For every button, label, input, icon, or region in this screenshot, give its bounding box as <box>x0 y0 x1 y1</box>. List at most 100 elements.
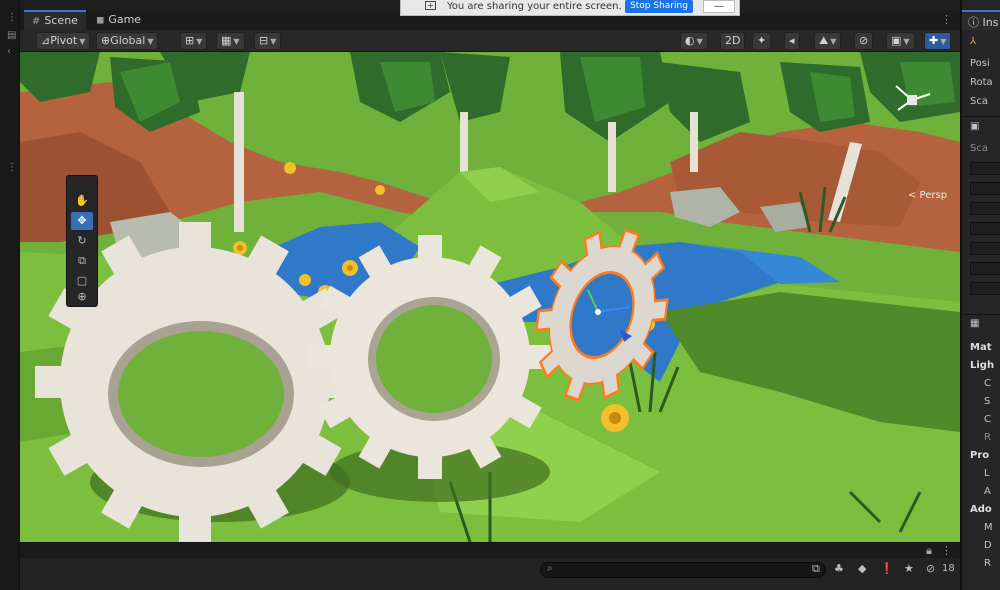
inspector-tab-label: Ins <box>982 16 999 29</box>
lock-icon[interactable]: 🔒︎ <box>926 544 932 558</box>
field-box[interactable] <box>970 202 1000 215</box>
lighting-foldout[interactable]: Ligh <box>970 360 994 371</box>
hand-icon: ✋ <box>75 194 89 207</box>
chevron-down-icon: ▼ <box>147 37 154 46</box>
field-box[interactable] <box>970 262 1000 275</box>
tools-overlay: ✋ ✥ ↻ ⧉ ▢ ⊕ <box>66 175 98 307</box>
chevron-down-icon: ▼ <box>830 37 837 46</box>
dock-scroll-icon[interactable]: ‹ <box>7 46 13 57</box>
gizmos-dropdown[interactable]: ✚ ▼ <box>924 32 952 50</box>
shading-sphere-icon: ◐ <box>685 34 695 47</box>
error-icon[interactable]: ❗ <box>880 562 894 575</box>
scale-label: Sca <box>970 96 988 107</box>
stop-sharing-button[interactable]: Stop Sharing <box>625 0 693 13</box>
dynamic-occlusion-label: D <box>984 540 992 551</box>
contribute-gi-label: C <box>984 414 991 425</box>
component-field-label: Sca <box>970 143 988 154</box>
tab-menu-icon[interactable]: ⋮ <box>941 13 952 26</box>
console-toolbar: ⌕ ⧉ ♣ ◆ ❗ ★ ⊘ 18 <box>20 558 960 590</box>
camera-settings-dropdown[interactable]: ▣ ▼ <box>886 32 915 50</box>
renderer-component-icon[interactable]: ▦ <box>970 318 979 329</box>
field-box[interactable] <box>970 162 1000 175</box>
collapse-icon[interactable]: ⧉ <box>812 562 820 576</box>
perspective-label[interactable]: < Persp <box>908 190 947 201</box>
effects-dropdown[interactable]: ⛰ ▼ <box>814 32 842 50</box>
scene-visibility-button[interactable]: ⊘ <box>854 32 874 50</box>
console-search-input[interactable]: ⌕ <box>540 562 826 578</box>
inspector-panel: ⓘ Ins ⅄ Posi Rota Sca ▣ Sca ▦ Mat Ligh C… <box>960 0 1000 590</box>
snap-increment-button[interactable]: ▦ ▼ <box>216 32 245 50</box>
clear-icon[interactable]: ♣ <box>834 562 844 575</box>
global-label: Global <box>110 34 146 47</box>
pivot-dropdown[interactable]: ⊿Pivot ▼ <box>36 32 91 50</box>
chevron-down-icon: ▼ <box>196 37 203 46</box>
tag-icon[interactable]: ◆ <box>858 562 866 575</box>
panel-menu-icon[interactable]: ⋮ <box>941 544 952 557</box>
tab-inspector[interactable]: ⓘ Ins <box>962 10 1000 30</box>
dock-menu-icon-2[interactable]: ⋮ <box>7 162 17 173</box>
global-dropdown[interactable]: ⊕Global ▼ <box>96 32 159 50</box>
cast-shadows-label: C <box>984 378 991 389</box>
hide-share-bar-button[interactable]: — <box>703 0 735 13</box>
camera-icon: ▣ <box>891 34 902 47</box>
tab-game-label: Game <box>108 13 142 26</box>
bottom-panel-header: 🔒︎ ⋮ <box>20 542 960 558</box>
rotation-label: Rota <box>970 77 993 88</box>
rotate-icon: ↻ <box>77 234 87 247</box>
gamepad-icon: ◼ <box>96 15 105 26</box>
star-icon[interactable]: ★ <box>904 562 914 575</box>
scene-viewport[interactable]: < Persp <box>20 52 960 542</box>
tab-game[interactable]: ◼ Game <box>88 10 149 30</box>
rotate-tool-button[interactable]: ↻ <box>71 232 93 250</box>
light-probes-label: L <box>984 468 990 479</box>
effects-icon: ⛰ <box>819 34 829 47</box>
grid-icon: # <box>32 16 41 27</box>
dock-panel-icon[interactable]: ▤ <box>7 30 16 41</box>
hand-tool-button[interactable]: ✋ <box>71 192 93 210</box>
toggle-2d-button[interactable]: 2D <box>720 32 746 50</box>
motion-vectors-label: M <box>984 522 993 533</box>
draw-mode-dropdown[interactable]: ◐ ▼ <box>680 32 708 50</box>
field-box[interactable] <box>970 282 1000 295</box>
transform-tool-button[interactable]: ⊕ <box>71 288 93 306</box>
scene-render <box>20 52 960 542</box>
chevron-down-icon: ▼ <box>270 37 277 46</box>
move-tool-button[interactable]: ✥ <box>71 212 93 230</box>
pivot-label: Pivot <box>50 34 78 47</box>
probes-foldout[interactable]: Pro <box>970 450 989 461</box>
field-box[interactable] <box>970 242 1000 255</box>
chevron-down-icon: ▼ <box>696 37 703 46</box>
scene-toolbar: ⊿Pivot ▼ ⊕Global ▼ ⊞ ▼ ▦ ▼ ⊟ ▼ ◐ ▼ 2D ✦ ◂ ⛰ ▼ ⊘… <box>20 30 960 52</box>
grid-snap-button[interactable]: ⊞ ▼ <box>180 32 208 50</box>
message-count: 18 <box>942 563 955 574</box>
scale-icon: ⧉ <box>78 254 86 267</box>
position-label: Posi <box>970 58 990 69</box>
materials-foldout[interactable]: Mat <box>970 342 991 353</box>
pivot-icon: ⊿ <box>41 34 51 47</box>
tab-scene[interactable]: # Scene <box>24 10 86 30</box>
field-box[interactable] <box>970 182 1000 195</box>
screen-share-bar: + You are sharing your entire screen. St… <box>400 0 740 16</box>
lighting-toggle-button[interactable]: ✦ <box>752 32 772 50</box>
dock-menu-icon[interactable]: ⋮ <box>7 12 17 23</box>
chevron-down-icon: ▼ <box>903 37 910 46</box>
mesh-component-icon[interactable]: ▣ <box>970 121 979 132</box>
share-screen-icon: + <box>425 1 436 10</box>
messages-off-icon[interactable]: ⊘ <box>926 562 935 575</box>
info-icon: ⓘ <box>968 16 983 29</box>
field-box[interactable] <box>970 222 1000 235</box>
scale-tool-button[interactable]: ⧉ <box>71 252 93 270</box>
eye-slash-icon: ⊘ <box>859 34 869 47</box>
lightbulb-icon: ✦ <box>757 34 767 47</box>
speaker-icon: ◂ <box>789 34 795 47</box>
audio-toggle-button[interactable]: ◂ <box>784 32 800 50</box>
additional-settings-foldout[interactable]: Ado <box>970 504 992 515</box>
move-arrows-icon: ✥ <box>77 214 87 227</box>
snap-icon: ▦ <box>221 34 232 47</box>
rect-icon: ▢ <box>76 274 88 287</box>
vertex-snap-button[interactable]: ⊟ ▼ <box>254 32 282 50</box>
transform-icon: ⊕ <box>77 290 87 303</box>
grid-snap-icon: ⊞ <box>185 34 195 47</box>
divider <box>962 116 1000 117</box>
globe-icon: ⊕ <box>101 34 111 47</box>
